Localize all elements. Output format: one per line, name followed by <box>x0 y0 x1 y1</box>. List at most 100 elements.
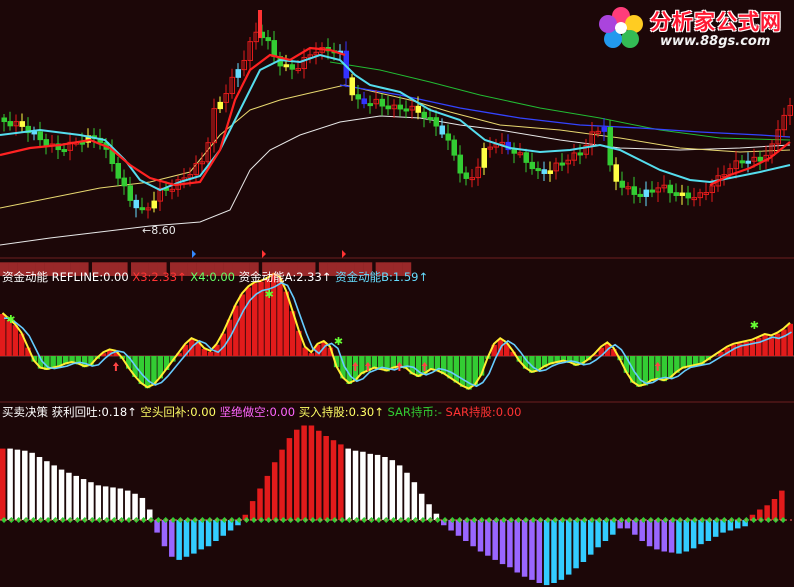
indicator1-header: 资金动能 REFLINE:0.00 X3:2.33↑ X4:0.00 资金动能A… <box>2 270 428 284</box>
candle-body <box>235 69 241 78</box>
candle-body <box>523 152 529 163</box>
candle-body <box>745 160 751 164</box>
indicator1-star-marker: ✱ <box>265 288 274 301</box>
indicator2-bar <box>396 465 403 520</box>
indicator2-bar <box>463 520 469 541</box>
indicator2-bar <box>595 520 601 548</box>
indicator2-bar <box>124 490 131 520</box>
indicator1-bar <box>781 329 787 356</box>
indicator2-bar <box>352 450 359 520</box>
indicator1-bar <box>428 356 434 370</box>
candle-body <box>637 193 643 197</box>
indicator2-bar <box>80 479 87 520</box>
candle-body <box>535 168 541 172</box>
indicator1-bar <box>636 356 642 387</box>
indicator2-bar <box>507 520 513 568</box>
candle-body <box>289 64 295 70</box>
indicator2-bar <box>213 520 219 541</box>
indicator2-bar <box>88 482 94 520</box>
indicator2-bar <box>565 520 572 575</box>
indicator2-bar <box>382 457 388 520</box>
candle-body <box>283 64 289 68</box>
indicator2-label-0: 买卖决策 <box>2 405 52 419</box>
indicator2-bar <box>470 520 476 547</box>
indicator2-bar <box>29 452 35 520</box>
indicator2-bar <box>294 429 300 520</box>
chart-window: ✱ ✱ ✱ ✱ 分析家公式网 www.88gs.com ←8.60 █████████… <box>0 0 794 587</box>
indicator2-bar <box>455 520 462 536</box>
candle-body <box>427 117 433 121</box>
indicator2-bar <box>705 520 712 541</box>
indicator2-label-4: 买入持股:0.30↑ <box>295 405 384 419</box>
indicator1-label-3: 资金动能A:2.33↑ <box>235 270 332 284</box>
candle-body <box>529 161 535 170</box>
low-price-label: ←8.60 <box>142 224 176 237</box>
candle-body <box>121 177 127 187</box>
indicator2-bar <box>132 493 138 520</box>
indicator2-bar <box>176 520 182 560</box>
candle-body <box>673 192 679 196</box>
indicator2-bar <box>308 425 315 520</box>
indicator2-bar <box>543 520 550 586</box>
candle-body <box>547 170 553 174</box>
indicator1-label-1: X3:2.33↑ <box>132 270 187 284</box>
indicator2-bar <box>573 520 579 569</box>
indicator2-bar <box>271 462 278 520</box>
indicator1-label-4: 资金动能B:1.59↑ <box>331 270 429 284</box>
candle-body <box>385 105 391 110</box>
candle-body <box>61 149 67 153</box>
indicator2-bar <box>588 520 594 555</box>
candle-body <box>643 189 649 197</box>
indicator2-bar <box>712 520 719 537</box>
indicator2-bar <box>676 520 682 554</box>
indicator2-bar <box>389 460 396 520</box>
candle-body <box>31 131 37 135</box>
indicator2-bar <box>499 520 506 565</box>
peak-candle <box>258 10 262 38</box>
candle-body <box>511 149 517 154</box>
indicator2-bar <box>191 520 197 554</box>
candle-body <box>151 200 157 209</box>
indicator2-bar <box>279 449 285 520</box>
indicator2-bar <box>95 485 102 520</box>
candle-body <box>379 98 385 107</box>
indicator1-bar <box>239 294 245 356</box>
candle-body <box>541 169 547 174</box>
flower-logo-icon <box>599 7 643 48</box>
candle-body <box>19 121 25 127</box>
indicator2-bar <box>58 469 65 520</box>
indicator2-bar <box>521 520 528 577</box>
indicator1-bar <box>768 336 775 356</box>
candle-body <box>7 121 13 127</box>
indicator1-label-2: X4:0.00 <box>186 270 235 284</box>
indicator2-bar <box>558 520 565 580</box>
indicator2-bar <box>14 449 21 520</box>
logo-url: www.88gs.com <box>660 34 771 49</box>
indicator2-bar <box>698 520 704 545</box>
indicator2-bar <box>639 520 645 541</box>
marker-2 <box>342 250 346 258</box>
indicator1-star-marker: ✱ <box>6 313 15 326</box>
indicator2-bar <box>110 487 116 520</box>
indicator2-bar <box>668 520 675 553</box>
candle-body <box>439 125 445 135</box>
candle-body <box>451 139 457 156</box>
indicator2-label-6: SAR持股:0.00 <box>441 405 522 419</box>
candle-body <box>757 156 763 162</box>
indicator2-bar <box>367 453 373 520</box>
candle-body <box>361 98 367 105</box>
indicator2-bar <box>66 472 72 520</box>
indicator1-bar <box>277 277 283 356</box>
indicator2-bar <box>51 465 57 520</box>
indicator1-up-arrow <box>112 362 119 371</box>
indicator1-bar <box>245 287 252 356</box>
indicator2-bar <box>477 520 484 552</box>
candle-body <box>349 77 355 96</box>
indicator2-bar <box>323 436 329 520</box>
indicator2-bar <box>426 504 432 520</box>
candle-body <box>679 192 685 196</box>
indicator1-bar <box>415 356 422 377</box>
indicator1-label-0: 资金动能 REFLINE:0.00 <box>2 270 133 284</box>
candle-body <box>613 164 619 182</box>
candle-body <box>265 37 271 42</box>
